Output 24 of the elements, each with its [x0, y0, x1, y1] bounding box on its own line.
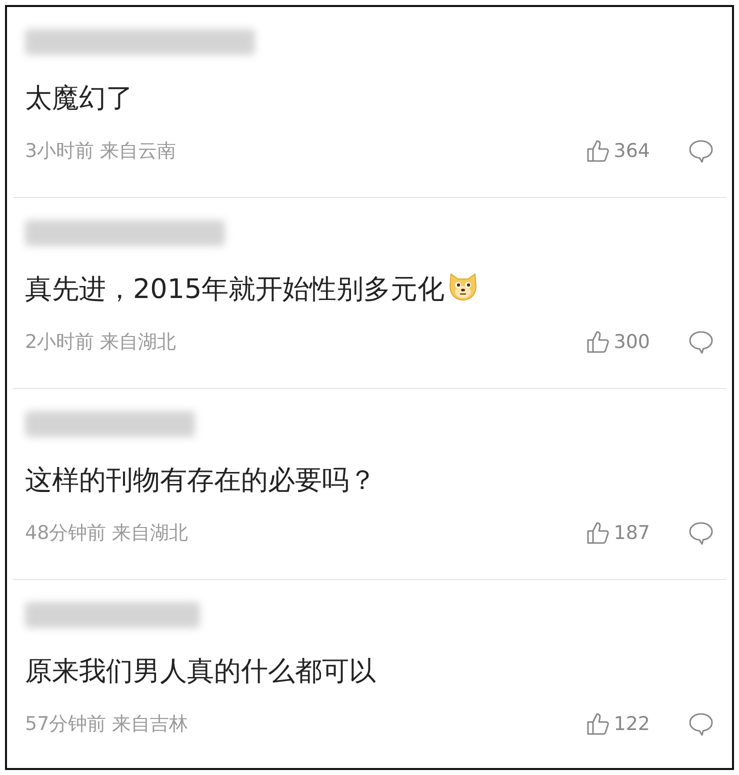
comment-time: 57分钟前 [25, 712, 106, 737]
like-count: 122 [614, 712, 650, 737]
comment-time: 48分钟前 [25, 521, 106, 546]
comment-icon[interactable] [688, 138, 714, 164]
comment-location: 来自吉林 [112, 712, 188, 737]
comment-text: 原来我们男人真的什么都可以 [25, 655, 376, 689]
like-count: 364 [614, 139, 650, 164]
like-count: 300 [614, 330, 650, 355]
comment-text: 真先进，2015年就开始性别多元化 [25, 273, 445, 307]
comment-time: 2小时前 [25, 330, 94, 355]
comment-location: 来自湖北 [100, 330, 176, 355]
thumbs-up-icon[interactable] [586, 139, 610, 164]
like-count: 187 [614, 521, 650, 546]
comment-icon[interactable] [688, 711, 714, 738]
comment-icon[interactable] [688, 520, 714, 546]
thumbs-up-icon[interactable] [586, 330, 610, 354]
comment-location: 来自湖北 [112, 521, 188, 546]
comment-text: 太魔幻了 [25, 82, 133, 116]
comment-location: 来自云南 [100, 139, 176, 164]
comment-text: 这样的刊物有存在的必要吗？ [25, 464, 376, 498]
thumbs-up-icon[interactable] [586, 521, 610, 546]
comment-icon[interactable] [688, 329, 714, 356]
thumbs-up-icon[interactable] [586, 712, 610, 736]
comment-time: 3小时前 [25, 139, 94, 164]
